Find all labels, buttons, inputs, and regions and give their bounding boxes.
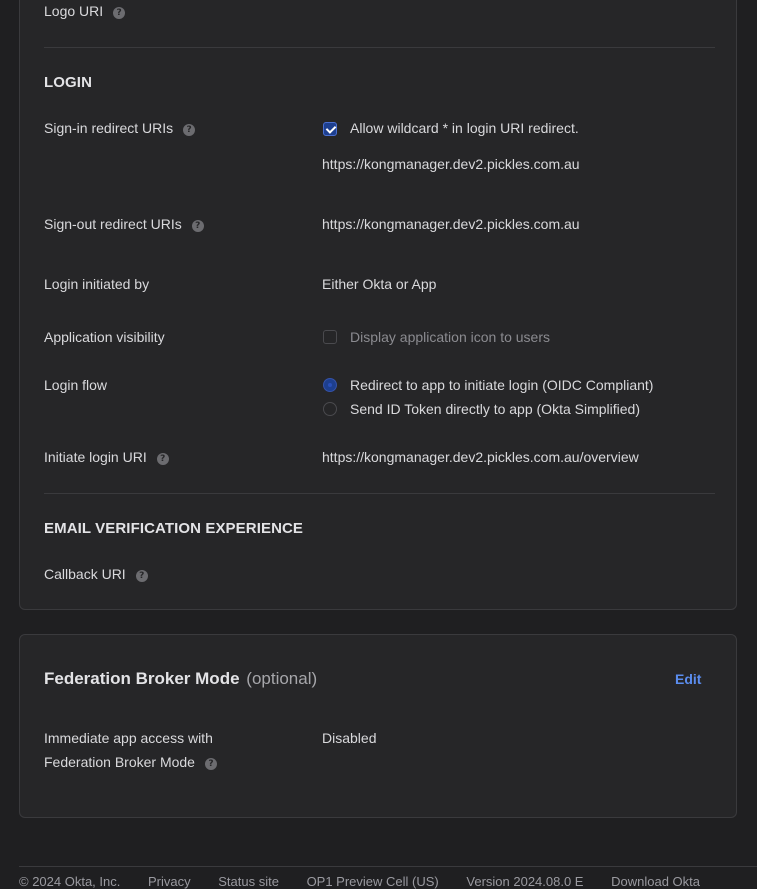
edit-button[interactable]: Edit bbox=[675, 671, 701, 687]
footer: © 2024 Okta, Inc. Privacy Status site OP… bbox=[19, 874, 724, 889]
footer-download-link[interactable]: Download Okta bbox=[611, 874, 700, 889]
federation-optional-tag: (optional) bbox=[246, 669, 318, 688]
login-flow-option-okta-simplified: Send ID Token directly to app (Okta Simp… bbox=[350, 401, 640, 417]
login-initiated-by-value: Either Okta or App bbox=[322, 276, 437, 292]
immediate-access-label-line1: Immediate app access with bbox=[44, 730, 213, 746]
initiate-login-uri-value: https://kongmanager.dev2.pickles.com.au/… bbox=[322, 449, 639, 465]
federation-broker-card: Federation Broker Mode (optional) Edit I… bbox=[19, 634, 737, 818]
divider bbox=[44, 493, 715, 494]
footer-copyright: © 2024 Okta, Inc. bbox=[19, 874, 121, 889]
logo-uri-label: Logo URI bbox=[44, 3, 104, 19]
login-flow-label: Login flow bbox=[44, 377, 108, 393]
login-initiated-by-label: Login initiated by bbox=[44, 276, 150, 292]
sign-in-redirect-label-row: Sign-in redirect URIs? bbox=[44, 120, 196, 136]
display-icon-label: Display application icon to users bbox=[350, 329, 550, 345]
immediate-access-value: Disabled bbox=[322, 730, 377, 746]
email-verification-section-title: EMAIL VERIFICATION EXPERIENCE bbox=[44, 520, 304, 537]
callback-uri-label: Callback URI bbox=[44, 566, 126, 582]
login-section-title: LOGIN bbox=[44, 74, 92, 91]
help-icon[interactable]: ? bbox=[135, 570, 148, 582]
footer-divider bbox=[19, 866, 757, 867]
app-settings-card: Logo URI? LOGIN Sign-in redirect URIs? A… bbox=[19, 0, 737, 610]
wildcard-checkbox[interactable] bbox=[323, 122, 337, 136]
help-icon[interactable]: ? bbox=[191, 220, 204, 232]
initiate-login-uri-label-row: Initiate login URI? bbox=[44, 449, 169, 465]
federation-title: Federation Broker Mode bbox=[44, 669, 240, 688]
logo-uri-row: Logo URI? bbox=[44, 3, 126, 19]
sign-in-redirect-label: Sign-in redirect URIs bbox=[44, 120, 174, 136]
help-icon[interactable]: ? bbox=[204, 758, 217, 770]
login-flow-option-oidc: Redirect to app to initiate login (OIDC … bbox=[350, 377, 654, 393]
wildcard-label: Allow wildcard * in login URI redirect. bbox=[350, 120, 579, 136]
initiate-login-uri-label: Initiate login URI bbox=[44, 449, 147, 465]
footer-version: Version 2024.08.0 E bbox=[466, 874, 584, 889]
sign-in-redirect-value: https://kongmanager.dev2.pickles.com.au bbox=[322, 156, 580, 172]
help-icon[interactable]: ? bbox=[113, 7, 126, 19]
application-visibility-label: Application visibility bbox=[44, 329, 165, 345]
footer-privacy-link[interactable]: Privacy bbox=[148, 874, 191, 889]
sign-out-redirect-label-row: Sign-out redirect URIs? bbox=[44, 216, 204, 232]
help-icon[interactable]: ? bbox=[183, 124, 196, 136]
display-icon-checkbox[interactable] bbox=[323, 330, 337, 344]
footer-cell: OP1 Preview Cell (US) bbox=[306, 874, 439, 889]
login-flow-radio-oidc[interactable] bbox=[323, 378, 337, 392]
immediate-access-label: Immediate app access with Federation Bro… bbox=[44, 726, 217, 774]
divider bbox=[44, 47, 715, 48]
federation-title-row: Federation Broker Mode (optional) bbox=[44, 669, 317, 689]
callback-uri-label-row: Callback URI? bbox=[44, 566, 148, 582]
immediate-access-label-line2-row: Federation Broker Mode? bbox=[44, 750, 217, 774]
sign-out-redirect-value: https://kongmanager.dev2.pickles.com.au bbox=[322, 216, 580, 232]
sign-out-redirect-label: Sign-out redirect URIs bbox=[44, 216, 182, 232]
help-icon[interactable]: ? bbox=[156, 453, 169, 465]
login-flow-radio-okta-simplified[interactable] bbox=[323, 402, 337, 416]
immediate-access-label-line2: Federation Broker Mode bbox=[44, 754, 195, 770]
footer-status-link[interactable]: Status site bbox=[218, 874, 279, 889]
